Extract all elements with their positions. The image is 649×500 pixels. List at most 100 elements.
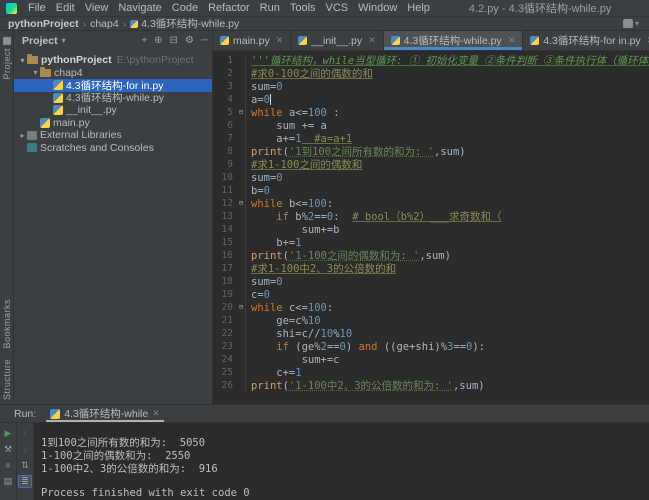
fold-spacer — [237, 210, 246, 223]
tree-item[interactable]: ▸External Libraries — [14, 129, 212, 142]
menu-run[interactable]: Run — [255, 2, 285, 14]
code-token: ): — [472, 341, 485, 353]
breadcrumb-item[interactable]: pythonProject — [6, 18, 81, 30]
fold-spacer — [237, 327, 246, 340]
run-label: Run: — [14, 408, 36, 420]
line-number: 15 — [213, 237, 237, 248]
code-line: 11b=0 — [213, 184, 649, 197]
line-number: 6 — [213, 120, 237, 131]
settings-icon[interactable]: ⚙ — [185, 35, 194, 46]
console-settings-icon[interactable]: ▤ — [1, 475, 15, 488]
fold-icon[interactable]: ⊟ — [237, 106, 246, 119]
expand-all-icon[interactable]: ⊕ — [154, 35, 162, 46]
menu-view[interactable]: View — [80, 2, 114, 14]
code-line: 2#求0-100之间的偶数的和 — [213, 67, 649, 80]
menu-refactor[interactable]: Refactor — [203, 2, 255, 14]
python-icon — [53, 80, 63, 90]
chevron-icon[interactable]: ▸ — [18, 131, 27, 140]
chevron-icon[interactable]: ▾ — [18, 56, 27, 65]
project-panel-title[interactable]: Project — [22, 35, 58, 47]
breadcrumb-item[interactable]: chap4 — [88, 18, 121, 30]
editor: main.py✕__init__.py✕4.3循环结构-while.py✕4.3… — [213, 31, 649, 404]
menu-vcs[interactable]: VCS — [321, 2, 354, 14]
toolwindow-tab-bookmarks[interactable]: Bookmarks — [2, 299, 12, 349]
down-arrow-icon[interactable]: ↓ — [18, 443, 32, 456]
code-text: sum += a — [246, 120, 327, 132]
code-token: ) — [346, 341, 359, 353]
tree-item[interactable]: Scratches and Consoles — [14, 142, 212, 155]
project-toolwindow-tab[interactable]: Project — [2, 48, 12, 80]
fold-icon[interactable]: ⊟ — [237, 197, 246, 210]
editor-tab[interactable]: 4.3循环结构-for in.py✕ — [523, 31, 649, 50]
line-number: 19 — [213, 289, 237, 300]
menu-items: FileEditViewNavigateCodeRefactorRunTools… — [23, 0, 435, 17]
stop-icon[interactable]: ■ — [1, 459, 15, 472]
text-caret — [270, 94, 272, 105]
editor-tab[interactable]: 4.3循环结构-while.py✕ — [384, 31, 524, 50]
locate-icon[interactable]: ⌖ — [142, 35, 148, 46]
code-token: ,sum) — [434, 146, 466, 158]
code-token: 10 — [321, 328, 334, 340]
code-token: while — [251, 107, 289, 119]
menu-window[interactable]: Window — [353, 2, 402, 14]
editor-tab[interactable]: main.py✕ — [213, 31, 291, 50]
breadcrumb-item[interactable]: 4.3循环结构-while.py — [128, 18, 241, 30]
toolwindow-tab-structure[interactable]: Structure — [2, 359, 12, 400]
console-line: 1-100之间的偶数和为: 2550 — [41, 448, 649, 461]
fold-spacer — [237, 54, 246, 67]
code-token: c<= — [289, 302, 308, 314]
code-token: ((ge+shi)% — [378, 341, 448, 353]
menu-help[interactable]: Help — [402, 2, 435, 14]
wrench-icon[interactable]: ⚒ — [1, 443, 15, 456]
code-token: sum+=c — [251, 354, 340, 366]
menu-edit[interactable]: Edit — [51, 2, 80, 14]
tree-item[interactable]: ▾pythonProjectE:\pythonProject — [14, 54, 212, 67]
code-token: if — [276, 341, 295, 353]
fold-spacer — [237, 132, 246, 145]
code-text: sum=0 — [246, 81, 283, 93]
collapse-all-icon[interactable]: ⊟ — [170, 35, 178, 46]
scroll-to-end-icon[interactable]: ≣ — [18, 475, 32, 488]
tree-item-label: main.py — [53, 117, 90, 129]
run-tab[interactable]: 4.3循环结构-while ✕ — [44, 405, 166, 422]
close-icon[interactable]: ✕ — [152, 408, 160, 419]
code-token: == — [327, 341, 340, 353]
python-file-icon — [220, 36, 229, 45]
tree-item[interactable]: __init__.py — [14, 104, 212, 117]
pycharm-window: FileEditViewNavigateCodeRefactorRunTools… — [0, 0, 649, 500]
editor-tab[interactable]: __init__.py✕ — [291, 31, 383, 50]
close-icon[interactable]: ✕ — [368, 35, 376, 46]
close-icon[interactable]: ✕ — [276, 35, 284, 46]
code-area[interactable]: 1'''循环结构，while当型循环: ① 初始化变量 ②条件判断 ③条件执行体… — [213, 51, 649, 404]
close-icon[interactable]: ✕ — [508, 35, 516, 46]
code-token: '1-100中2、3的公倍数的和为: ' — [289, 380, 453, 392]
soft-wrap-icon[interactable]: ⇅ — [18, 459, 32, 472]
code-token: shi=c// — [251, 328, 321, 340]
menu-tools[interactable]: Tools — [285, 2, 321, 14]
code-token: sum= — [251, 172, 276, 184]
tree-item[interactable]: main.py — [14, 117, 212, 130]
nav-right-widget[interactable]: ▾ — [623, 19, 639, 28]
rerun-icon[interactable]: ▶ — [1, 427, 15, 440]
code-token: 0 — [276, 276, 282, 288]
code-token: #求0-100之间的偶数的和 — [251, 68, 373, 80]
tree-item[interactable]: 4.3循环结构-while.py — [14, 92, 212, 105]
code-line: 14 sum+=b — [213, 223, 649, 236]
console-output[interactable]: 1到100之间所有数的和为: 50501-100之间的偶数和为: 25501-1… — [34, 423, 649, 500]
chevron-icon[interactable]: ▾ — [31, 68, 40, 77]
code-text: sum+=c — [246, 354, 340, 366]
console-line — [41, 474, 649, 487]
up-arrow-icon[interactable]: ↑ — [18, 427, 32, 440]
project-toolwindow-icon[interactable] — [3, 37, 11, 45]
hide-icon[interactable]: ─ — [201, 35, 208, 46]
fold-icon[interactable]: ⊟ — [237, 301, 246, 314]
project-header-icons: ⌖ ⊕ ⊟ ⚙ ─ — [142, 35, 208, 46]
menu-navigate[interactable]: Navigate — [113, 2, 166, 14]
menu-file[interactable]: File — [23, 2, 51, 14]
fold-spacer — [237, 288, 246, 301]
code-line: 20⊟while c<=100: — [213, 301, 649, 314]
menu-code[interactable]: Code — [167, 2, 203, 14]
code-token: ge=c% — [251, 315, 308, 327]
bottom-toolwindow-tabs: Bookmarks Structure — [2, 299, 12, 400]
editor-tab-bar: main.py✕__init__.py✕4.3循环结构-while.py✕4.3… — [213, 31, 649, 51]
